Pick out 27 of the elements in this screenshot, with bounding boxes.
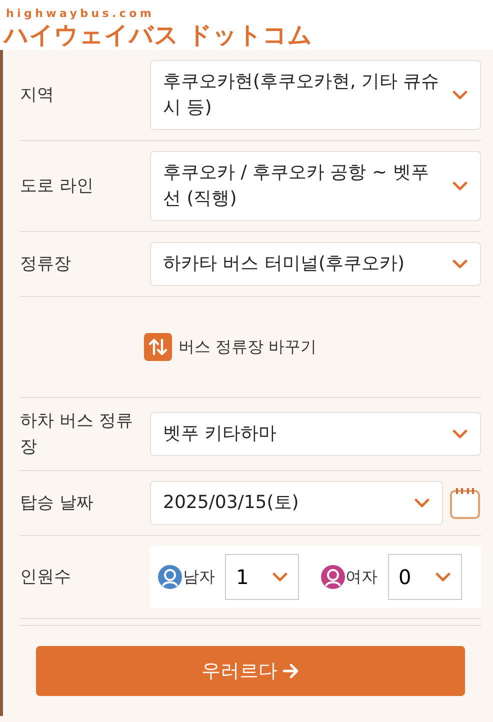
count-select[interactable]: 0 (388, 554, 462, 600)
swap-stops-button[interactable]: 버스 정류장 바꾸기 (144, 333, 317, 361)
caret-icon (452, 181, 468, 191)
caret-icon (434, 572, 450, 582)
caret-icon (452, 259, 468, 269)
caret-icon (272, 572, 288, 582)
field-label: 도로 라인 (20, 175, 94, 198)
arrow-icon (282, 663, 300, 679)
select-field[interactable]: 후쿠오카 / 후쿠오카 공항 ~ 벳푸 선 (직행) (150, 151, 481, 221)
field-label: 정류장 (20, 253, 72, 276)
select-field[interactable]: 후쿠오카현(후쿠오카현, 기타 큐슈시 등) (150, 60, 481, 130)
group-label: 여자 (346, 566, 378, 588)
caret-icon (452, 429, 468, 439)
field-label: 탑승 날짜 (20, 492, 94, 515)
field-label: 인원수 (20, 566, 72, 589)
swap-icon (144, 333, 172, 361)
date-select[interactable]: 2025/03/15(토) (150, 481, 443, 525)
calendar-icon[interactable] (449, 486, 481, 520)
count-select[interactable]: 1 (225, 554, 299, 600)
group-label: 남자 (183, 566, 215, 588)
caret-icon (452, 90, 468, 100)
field-label: 하차 버스 정류장 (20, 410, 134, 459)
select-field[interactable]: 하카타 버스 터미널(후쿠오카) (150, 242, 481, 286)
field-label: 지역 (20, 84, 55, 107)
select-field[interactable]: 벳푸 키타하마 (150, 412, 481, 456)
caret-icon (414, 498, 430, 508)
site-domain: highwaybus.com (6, 7, 154, 20)
